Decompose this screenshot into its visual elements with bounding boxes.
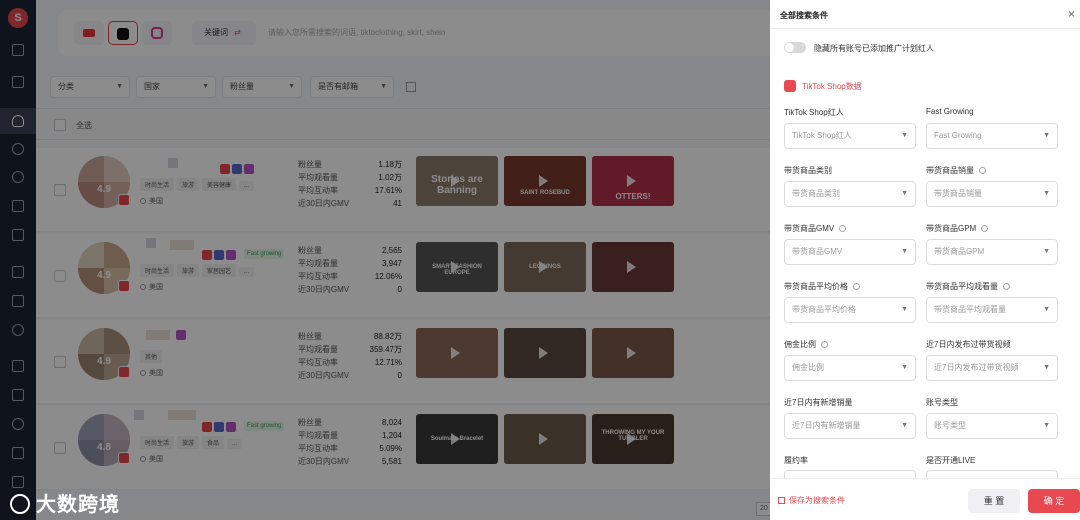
field-label: 带货商品平均价格 — [784, 281, 860, 292]
avg-price-select[interactable]: 带货商品平均价格 ▼ — [784, 297, 916, 323]
tiktok-shop-icon — [784, 80, 796, 92]
recent-video-select[interactable]: 近7日内发布过带货视频 ▼ — [926, 355, 1058, 381]
confirm-button[interactable]: 确 定 — [1028, 489, 1080, 513]
chevron-down-icon: ▼ — [901, 190, 908, 197]
modal-overlay[interactable] — [0, 0, 770, 520]
chevron-down-icon: ▼ — [901, 364, 908, 371]
field-label: 带货商品平均观看量 — [926, 281, 1010, 292]
product-gmv-select[interactable]: 带货商品GMV ▼ — [784, 239, 916, 265]
field-label: TikTok Shop红人 — [784, 108, 844, 117]
commission-select[interactable]: 佣金比例 ▼ — [784, 355, 916, 381]
info-icon[interactable] — [981, 225, 989, 232]
field-label: 近7日内发布过带货视频 — [926, 340, 1011, 349]
product-category-select[interactable]: 带货商品类别 ▼ — [784, 181, 916, 207]
field-label: 带货商品GMV — [784, 223, 847, 234]
field-label: 履约率 — [784, 456, 808, 465]
section-title: TikTok Shop数据 — [802, 82, 862, 91]
product-gpm-select[interactable]: 带货商品GPM ▼ — [926, 239, 1058, 265]
field-label: 带货商品GPM — [926, 223, 989, 234]
field-label: 佣金比例 — [784, 339, 828, 350]
chevron-down-icon: ▼ — [1043, 248, 1050, 255]
field-label: Fast Growing — [926, 107, 974, 116]
account-type-select[interactable]: 账号类型 ▼ — [926, 413, 1058, 439]
search-conditions-drawer: 全部搜索条件 × 隐藏所有账号已添加推广计划红人 TikTok Shop数据 T… — [770, 0, 1080, 520]
watermark-logo-icon — [10, 494, 30, 514]
watermark: 大数跨境 — [10, 488, 120, 517]
hide-added-toggle[interactable] — [784, 42, 806, 53]
chevron-down-icon: ▼ — [901, 132, 908, 139]
chevron-down-icon: ▼ — [1043, 364, 1050, 371]
reset-button[interactable]: 重 置 — [968, 489, 1020, 513]
close-icon[interactable]: × — [1068, 7, 1075, 21]
chevron-down-icon: ▼ — [1043, 306, 1050, 313]
chevron-down-icon: ▼ — [1043, 190, 1050, 197]
info-icon[interactable] — [1003, 283, 1010, 290]
drawer-footer: 保存为搜索条件 重 置 确 定 — [770, 478, 1080, 520]
info-icon[interactable] — [979, 167, 986, 174]
info-icon[interactable] — [821, 341, 828, 348]
info-icon[interactable] — [853, 283, 860, 290]
tiktok-shop-influencer-select[interactable]: TikTok Shop红人 ▼ — [784, 123, 916, 149]
field-label: 账号类型 — [926, 398, 958, 407]
drawer-title: 全部搜索条件 — [780, 11, 828, 20]
fast-growing-select[interactable]: Fast Growing ▼ — [926, 123, 1058, 149]
field-label: 带货商品类别 — [784, 166, 832, 175]
field-label: 是否开通LIVE — [926, 456, 976, 465]
recent-sales-select[interactable]: 近7日内有新增销量 ▼ — [784, 413, 916, 439]
chevron-down-icon: ▼ — [901, 422, 908, 429]
product-sales-select[interactable]: 带货商品销量 ▼ — [926, 181, 1058, 207]
save-search-button[interactable]: 保存为搜索条件 — [778, 495, 845, 506]
chevron-down-icon: ▼ — [901, 306, 908, 313]
field-label: 近7日内有新增销量 — [784, 398, 853, 407]
field-label: 带货商品销量 — [926, 165, 986, 176]
divider — [770, 28, 1080, 29]
avg-views-select[interactable]: 带货商品平均观看量 ▼ — [926, 297, 1058, 323]
chevron-down-icon: ▼ — [1043, 132, 1050, 139]
chevron-down-icon: ▼ — [1043, 422, 1050, 429]
save-icon — [778, 497, 785, 504]
chevron-down-icon: ▼ — [901, 248, 908, 255]
info-icon[interactable] — [839, 225, 847, 232]
